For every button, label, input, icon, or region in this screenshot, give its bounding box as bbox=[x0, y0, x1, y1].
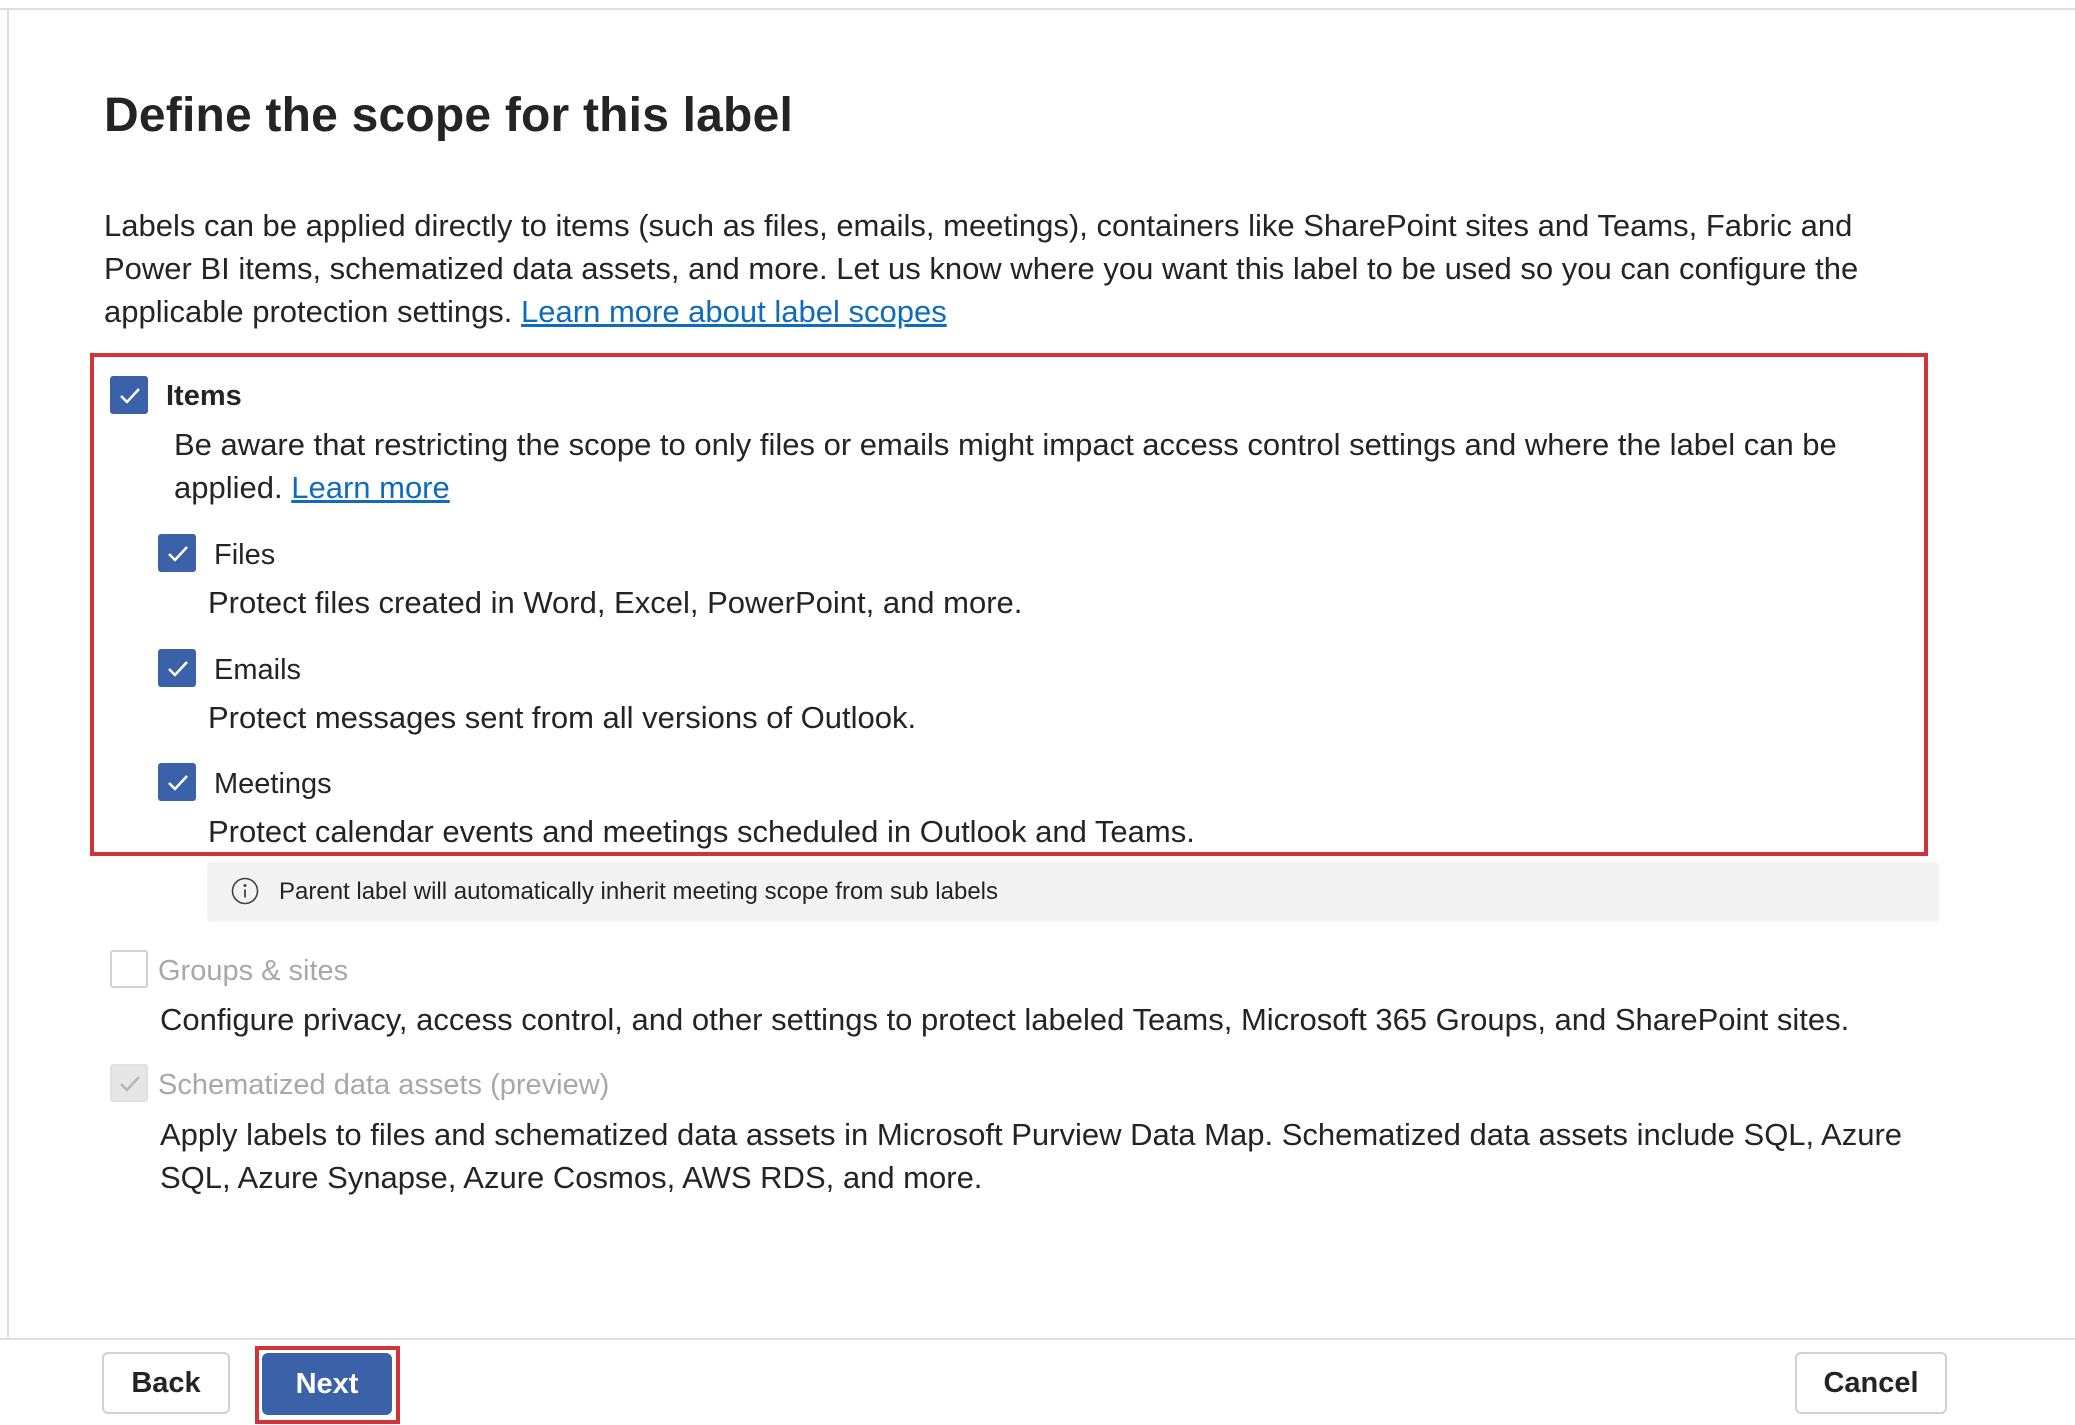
checkmark-icon bbox=[120, 1076, 140, 1092]
cancel-button[interactable]: Cancel bbox=[1795, 1352, 1947, 1414]
groups-sites-description: Configure privacy, access control, and o… bbox=[160, 1002, 1850, 1037]
footer-divider bbox=[0, 1338, 2075, 1340]
page-title: Define the scope for this label bbox=[104, 89, 794, 142]
intro-text: Labels can be applied directly to items … bbox=[104, 204, 1944, 333]
top-divider bbox=[0, 8, 2075, 10]
groups-sites-checkbox[interactable] bbox=[110, 950, 148, 988]
left-divider bbox=[7, 10, 9, 1340]
info-message: Parent label will automatically inherit … bbox=[279, 878, 999, 905]
next-highlight-outline bbox=[255, 1346, 400, 1424]
groups-sites-label: Groups & sites bbox=[158, 955, 349, 987]
schematized-data-assets-label: Schematized data assets (preview) bbox=[158, 1069, 610, 1101]
intro-body: Labels can be applied directly to items … bbox=[104, 208, 1859, 329]
schematized-data-assets-description: Apply labels to files and schematized da… bbox=[160, 1117, 1903, 1195]
back-button[interactable]: Back bbox=[102, 1352, 230, 1414]
info-icon bbox=[231, 877, 259, 905]
schematized-data-assets-checkbox[interactable] bbox=[110, 1064, 148, 1102]
items-highlight-outline bbox=[90, 353, 1928, 856]
meeting-scope-info-bar: Parent label will automatically inherit … bbox=[207, 862, 1939, 922]
learn-more-label-scopes-link[interactable]: Learn more about label scopes bbox=[521, 294, 947, 329]
